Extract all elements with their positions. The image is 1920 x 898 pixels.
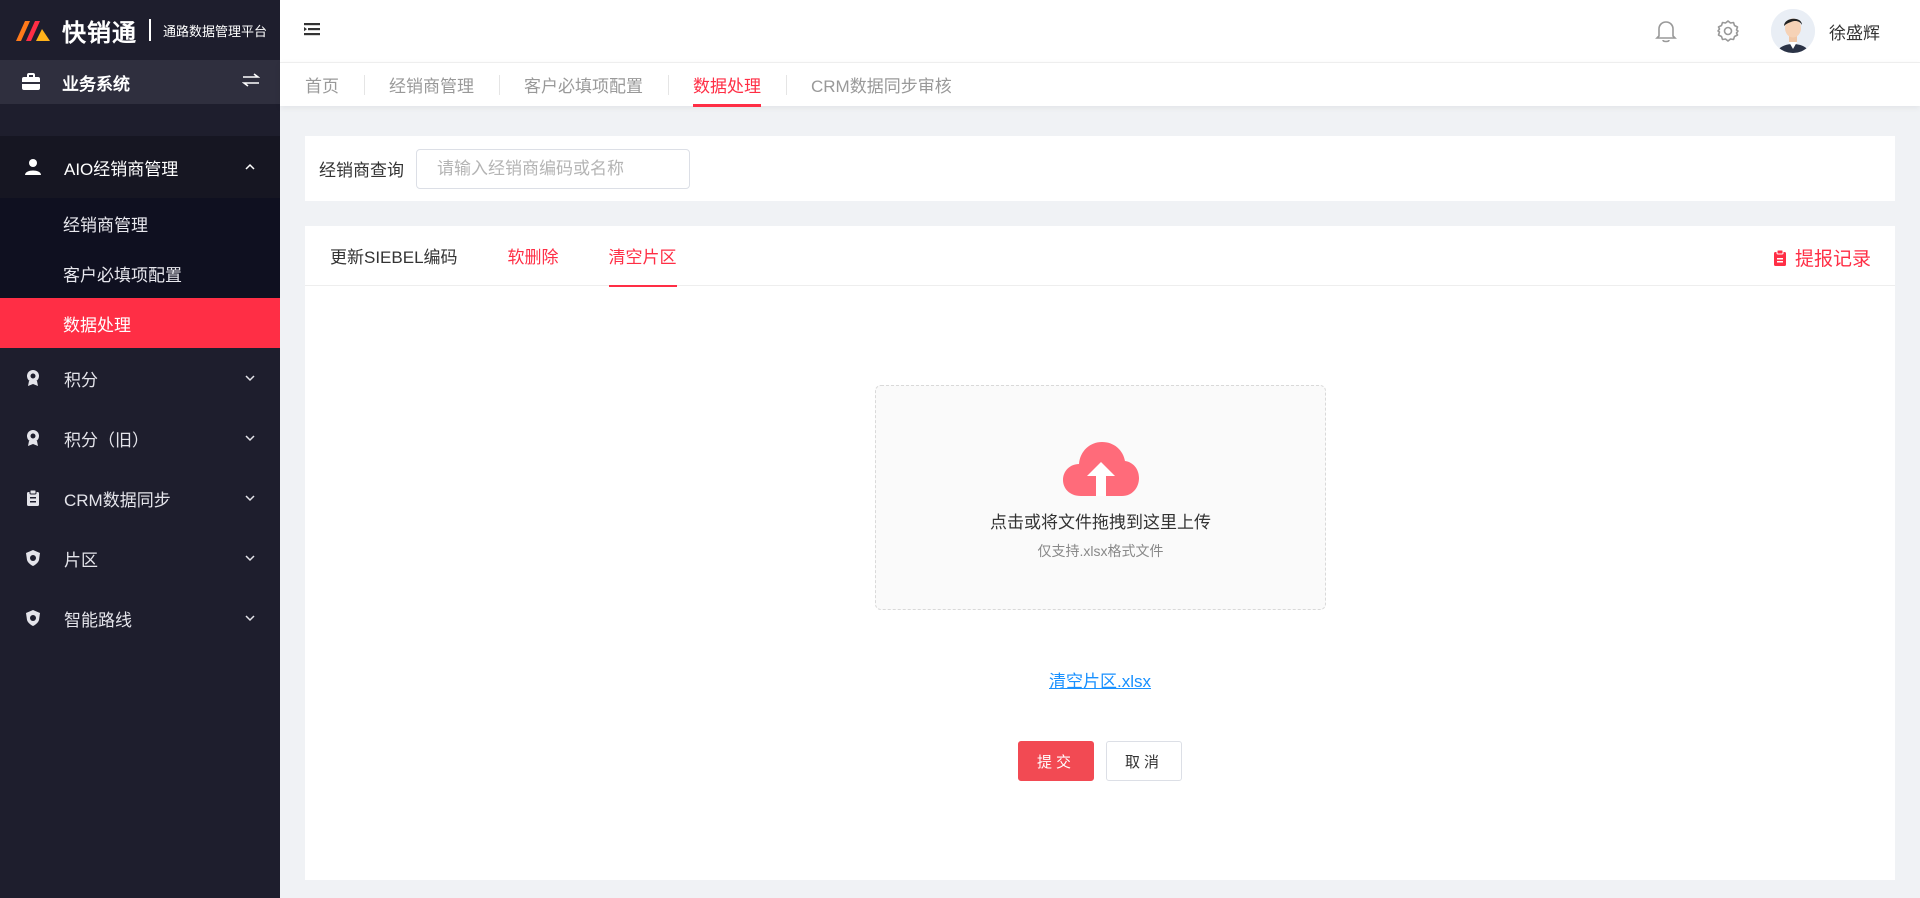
shield-icon [22,547,44,569]
user-group-icon [22,156,44,178]
search-label: 经销商查询 [319,161,404,180]
sidebar-item-label: 积分（旧） [64,430,149,450]
sidebar-item-smart-route[interactable]: 智能路线 [0,588,280,648]
dealer-search-input[interactable] [416,148,690,189]
badge-icon [22,367,44,389]
sidebar-item-dealer-management[interactable]: 经销商管理 [0,198,280,248]
gear-icon[interactable] [1715,18,1741,44]
records-label: 提报记录 [1794,249,1871,270]
sidebar: 快销通 通路数据管理平台 业务系统 AIO经销商管理 经销商管理 客户必填项配置… [0,0,280,898]
menu-group-label: AIO经销商管理 [64,159,179,179]
search-panel: 经销商查询 [305,136,1895,201]
template-file-link: 清空片区.xlsx [305,667,1895,692]
sidebar-item-customer-required-config[interactable]: 客户必填项配置 [0,248,280,298]
data-processing-card: 更新SIEBEL编码 软删除 清空片区 提报记录 点击或将文件拖拽到这里上传 仅… [305,226,1895,880]
chevron-up-icon [245,163,255,170]
chevron-down-icon [245,435,255,442]
topbar: 徐盛辉 [280,0,1920,62]
clipboard-icon [1773,249,1786,266]
logo-bar: 快销通 通路数据管理平台 [0,0,280,60]
sidebar-item-label: 智能路线 [64,610,132,630]
tab-update-siebel-code[interactable]: 更新SIEBEL编码 [330,226,458,286]
sidebar-item-label: 积分 [64,370,98,390]
badge-icon [22,427,44,449]
submission-records-link[interactable]: 提报记录 [1773,244,1871,271]
shield-icon [22,607,44,629]
file-name[interactable]: 清空片区.xlsx [1049,672,1151,691]
avatar[interactable] [1771,9,1815,53]
upload-hint: 仅支持.xlsx格式文件 [1037,543,1164,559]
brand-divider [149,19,151,41]
sidebar-item-crm-sync[interactable]: CRM数据同步 [0,468,280,528]
hamburger-icon[interactable] [302,20,322,43]
briefcase-icon [20,71,42,93]
bell-icon[interactable] [1653,18,1679,44]
chevron-down-icon [245,615,255,622]
card-tabs: 更新SIEBEL编码 软删除 清空片区 提报记录 [305,226,1895,287]
upload-text: 点击或将文件拖拽到这里上传 [990,513,1211,532]
menu-group-submenu: 经销商管理 客户必填项配置 数据处理 [0,198,280,348]
tab-crm-sync-review[interactable]: CRM数据同步审核 [786,63,977,107]
cancel-button[interactable]: 取消 [1106,741,1183,781]
sidebar-item-label: CRM数据同步 [64,490,171,510]
system-switcher[interactable]: 业务系统 [0,60,280,104]
brand-name: 快销通 [62,19,137,47]
clipboard-icon [22,487,44,509]
chevron-down-icon [245,495,255,502]
page-tabs: 首页 经销商管理 客户必填项配置 数据处理 CRM数据同步审核 [280,62,1920,107]
submit-button[interactable]: 提交 [1017,741,1094,781]
sidebar-item-label: 片区 [64,550,98,570]
logo-icon [16,21,50,41]
chevron-down-icon [245,555,255,562]
sidebar-item-area[interactable]: 片区 [0,528,280,588]
menu-group-aio[interactable]: AIO经销商管理 [0,136,280,198]
username[interactable]: 徐盛辉 [1829,19,1880,44]
system-label: 业务系统 [62,74,130,94]
brand-subtitle: 通路数据管理平台 [163,23,268,39]
upload-dropzone[interactable]: 点击或将文件拖拽到这里上传 仅支持.xlsx格式文件 [875,385,1326,610]
sidebar-item-points-old[interactable]: 积分（旧） [0,408,280,468]
sidebar-item-points[interactable]: 积分 [0,348,280,408]
action-buttons: 提交 取消 [305,741,1895,781]
tab-clear-area[interactable]: 清空片区 [608,226,677,287]
switch-icon[interactable] [241,72,261,92]
cloud-upload-icon [1062,442,1139,496]
sidebar-item-data-processing[interactable]: 数据处理 [0,298,280,348]
tab-dealer-management[interactable]: 经销商管理 [364,63,499,107]
tab-customer-required-config[interactable]: 客户必填项配置 [499,63,668,107]
chevron-down-icon [245,375,255,382]
tab-soft-delete[interactable]: 软删除 [508,226,559,286]
tab-home[interactable]: 首页 [305,63,364,107]
tab-data-processing[interactable]: 数据处理 [668,63,786,107]
